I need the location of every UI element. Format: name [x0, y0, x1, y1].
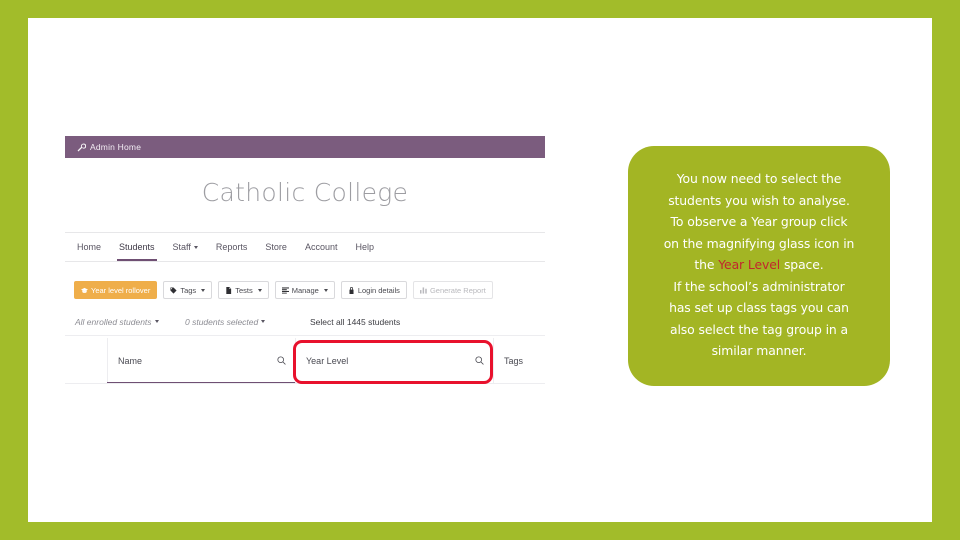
slide: Admin Home Catholic College Home Student… [0, 0, 960, 540]
enrolment-filter-label: All enrolled students [75, 316, 152, 327]
chevron-down-icon [154, 320, 159, 323]
button-label: Manage [291, 285, 319, 295]
chevron-down-icon [261, 320, 266, 323]
callout-line-5-prefix: the [694, 257, 719, 272]
nav-item-store[interactable]: Store [265, 233, 287, 261]
admin-home-bar[interactable]: Admin Home [65, 136, 545, 158]
search-icon[interactable] [277, 356, 286, 365]
nav-label: Store [265, 242, 287, 252]
main-navigation: Home Students Staff Reports Store Accoun… [65, 232, 545, 262]
tag-icon [170, 286, 177, 294]
button-label: Tags [180, 285, 197, 295]
callout-line-3: To observe a Year group click [670, 214, 848, 229]
callout-line-5-suffix: space. [780, 257, 824, 272]
column-label: Tags [504, 355, 524, 366]
nav-item-staff[interactable]: Staff [173, 233, 198, 261]
generate-report-button[interactable]: Generate Report [412, 281, 493, 299]
search-icon[interactable] [475, 356, 484, 365]
nav-item-students[interactable]: Students [117, 233, 157, 261]
chevron-down-icon [193, 245, 198, 249]
callout-text: You now need to select the students you … [642, 168, 876, 362]
nav-label: Home [77, 242, 102, 252]
callout-line-9: similar manner. [711, 343, 807, 358]
chevron-down-icon [201, 288, 206, 292]
enrolment-filter-dropdown[interactable]: All enrolled students [75, 317, 185, 327]
callout-line-2: students you wish to analyse. [668, 192, 850, 208]
button-label: Tests [235, 285, 253, 295]
lock-icon [349, 286, 354, 294]
button-label: Generate Report [429, 285, 486, 295]
year-level-rollover-button[interactable]: Year level rollover [74, 281, 158, 299]
nav-label: Staff [172, 242, 191, 252]
login-details-button[interactable]: Login details [340, 281, 407, 299]
callout-highlight-year-level: Year Level [718, 257, 781, 272]
tags-button[interactable]: Tags [163, 281, 213, 299]
column-header-year-level: Year Level [295, 338, 493, 383]
wrench-icon [77, 143, 86, 151]
chevron-down-icon [257, 288, 262, 292]
button-label: Login details [357, 285, 400, 295]
filter-bar: All enrolled students 0 students selecte… [65, 308, 545, 336]
list-icon [281, 286, 289, 294]
select-all-link[interactable]: Select all 1445 students [310, 317, 400, 327]
graduation-cap-icon [81, 287, 88, 293]
admin-home-label: Admin Home [90, 142, 142, 152]
manage-button[interactable]: Manage [274, 281, 335, 299]
nav-item-home[interactable]: Home [77, 233, 101, 261]
nav-item-reports[interactable]: Reports [216, 233, 248, 261]
callout-line-1: You now need to select the [676, 171, 842, 186]
nav-item-account[interactable]: Account [305, 233, 338, 261]
students-toolbar: Year level rollover Tags Tests Manage Lo… [65, 274, 545, 306]
callout-line-4: on the magnifying glass icon in [663, 235, 855, 251]
selection-count-dropdown[interactable]: 0 students selected [185, 317, 310, 327]
nav-label: Account [304, 242, 338, 252]
nav-label: Help [355, 242, 374, 252]
column-label: Name [118, 355, 143, 366]
app-screenshot: Admin Home Catholic College Home Student… [65, 136, 545, 386]
column-header-tags: Tags [493, 338, 545, 383]
column-header-name: Name [107, 338, 295, 383]
table-column-headers: Name Year Level Tags [65, 338, 545, 384]
bar-chart-icon [419, 286, 427, 294]
tests-button[interactable]: Tests [218, 281, 269, 299]
chevron-down-icon [323, 288, 328, 292]
nav-label: Reports [215, 242, 248, 252]
slide-content-area: Admin Home Catholic College Home Student… [28, 18, 932, 522]
callout-line-6: If the school’s administrator [673, 278, 845, 294]
name-column-sort-indicator [107, 381, 295, 383]
selection-count-label: 0 students selected [185, 316, 259, 327]
column-label: Year Level [306, 355, 349, 366]
callout-line-7: has set up class tags you can [669, 300, 849, 315]
callout-line-8: also select the tag group in a [669, 321, 849, 337]
school-title: Catholic College [201, 178, 409, 207]
button-label: Year level rollover [91, 285, 151, 295]
nav-label: Students [119, 242, 155, 252]
nav-item-help[interactable]: Help [355, 233, 374, 261]
file-icon [226, 286, 232, 294]
instruction-callout: You now need to select the students you … [628, 146, 890, 386]
